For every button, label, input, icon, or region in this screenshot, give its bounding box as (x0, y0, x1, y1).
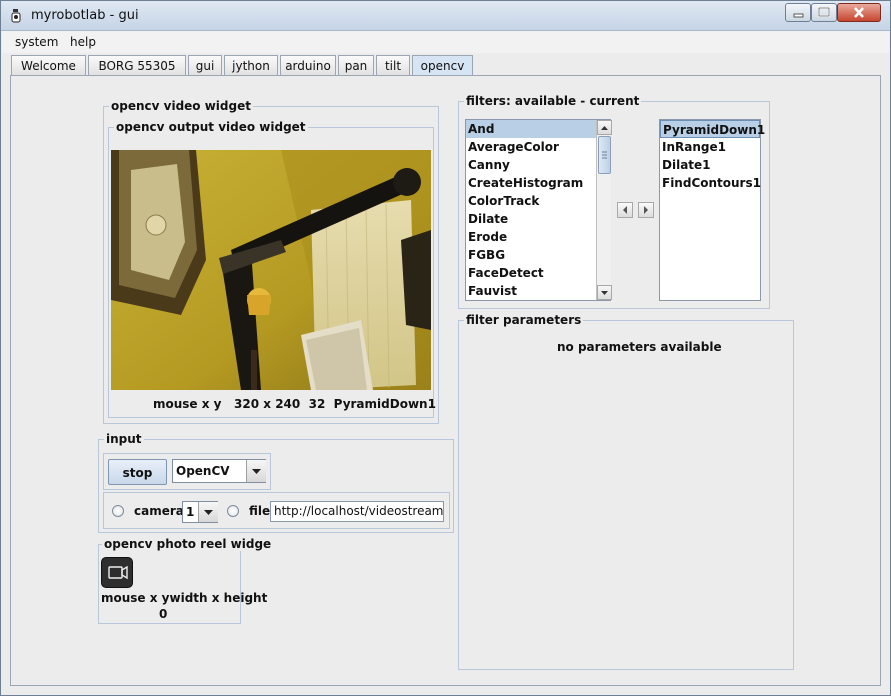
frame-count-label: 32 (308, 397, 326, 411)
camera-dropdown-button[interactable] (198, 502, 218, 522)
list-item[interactable]: Canny (466, 156, 510, 174)
list-item[interactable]: AverageColor (466, 138, 559, 156)
title-bar[interactable]: myrobotlab - gui (1, 1, 890, 31)
list-item[interactable]: Dilate1 (660, 156, 711, 174)
app-icon (11, 9, 21, 23)
tab-opencv[interactable]: opencv (412, 55, 473, 77)
filter-parameters-title: filter parameters (464, 313, 584, 327)
list-item[interactable]: FaceDetect (466, 264, 544, 282)
list-item[interactable]: ColorTrack (466, 192, 539, 210)
no-parameters-message: no parameters available (557, 340, 722, 354)
video-frame-image[interactable] (111, 150, 431, 390)
list-item[interactable]: Dilate (466, 210, 508, 228)
list-item[interactable]: FGBG (466, 246, 505, 264)
tab-jython[interactable]: jython (224, 55, 278, 76)
tab-borg[interactable]: BORG 55305 (88, 55, 186, 76)
arrow-down-icon (601, 291, 608, 295)
available-filters-list[interactable]: And AverageColor Canny CreateHistogram C… (465, 119, 612, 301)
photo-reel-title: opencv photo reel widge (102, 537, 274, 551)
list-item[interactable]: PyramidDown1 (660, 120, 765, 138)
tab-welcome[interactable]: Welcome (11, 55, 86, 76)
tab-tilt[interactable]: tilt (376, 55, 410, 76)
list-item[interactable]: And (466, 120, 596, 138)
list-item[interactable]: InRange1 (660, 138, 726, 156)
app-window: myrobotlab - gui system help Welcome BOR… (0, 0, 891, 696)
list-item[interactable]: Fauvist (466, 282, 517, 300)
current-filter-label: PyramidDown1 (333, 397, 436, 411)
grabber-select-value: OpenCV (176, 464, 230, 478)
window-title: myrobotlab - gui (31, 8, 139, 23)
camera-index-value: 1 (186, 505, 195, 519)
close-button[interactable] (837, 3, 881, 22)
output-video-title: opencv output video widget (114, 120, 308, 134)
file-url-input[interactable]: http://localhost/videostream.cgi (270, 501, 444, 522)
frame-size-label: 320 x 240 (234, 397, 301, 411)
tab-pan[interactable]: pan (338, 55, 374, 76)
maximize-button[interactable] (811, 3, 837, 22)
stop-button[interactable]: stop (108, 459, 167, 485)
input-title: input (104, 432, 144, 446)
menu-system[interactable]: system (15, 35, 58, 49)
list-item[interactable]: Erode (466, 228, 507, 246)
photo-reel-count: 0 (159, 607, 168, 621)
camera-radio[interactable] (112, 505, 124, 517)
camera-snapshot-button[interactable] (101, 557, 133, 588)
grip-icon (602, 151, 607, 159)
filter-parameters-group: filter parameters (458, 313, 794, 670)
close-icon (854, 7, 864, 18)
list-item[interactable]: FindContours1 (660, 174, 761, 192)
available-filters-scrollbar[interactable] (596, 120, 612, 300)
menu-bar: system help (2, 31, 889, 53)
arrow-left-icon (623, 206, 627, 214)
minimize-icon (793, 13, 804, 18)
video-status-line: mouse x y 320 x 240 32 PyramidDown1 (153, 397, 436, 411)
tab-gui[interactable]: gui (188, 55, 222, 76)
file-label: file (249, 504, 271, 518)
chevron-down-icon (204, 510, 213, 515)
list-item[interactable]: CreateHistogram (466, 174, 583, 192)
maximize-icon (818, 7, 830, 17)
tab-arduino[interactable]: arduino (280, 55, 336, 76)
remove-filter-button[interactable] (617, 202, 633, 218)
scroll-down-button[interactable] (597, 285, 612, 300)
camera-index-select[interactable]: 1 (182, 501, 218, 523)
add-filter-button[interactable] (638, 202, 654, 218)
camera-label: camera (134, 504, 184, 518)
file-radio[interactable] (227, 505, 239, 517)
photo-reel-caption: mouse x ywidth x height (101, 591, 268, 605)
filters-title: filters: available - current (464, 94, 642, 108)
grabber-dropdown-button[interactable] (246, 460, 266, 482)
grabber-select[interactable]: OpenCV (172, 459, 266, 483)
video-widget-title: opencv video widget (109, 99, 253, 113)
scroll-thumb[interactable] (598, 136, 611, 174)
chevron-down-icon (252, 469, 261, 474)
arrow-right-icon (644, 206, 648, 214)
video-camera-icon (108, 565, 128, 580)
arrow-up-icon (601, 126, 608, 130)
scroll-up-button[interactable] (597, 120, 612, 135)
mouse-xy-label: mouse x y (153, 397, 222, 411)
current-filters-list[interactable]: PyramidDown1 InRange1 Dilate1 FindContou… (659, 119, 765, 301)
menu-help[interactable]: help (70, 35, 96, 49)
minimize-button[interactable] (785, 3, 811, 22)
